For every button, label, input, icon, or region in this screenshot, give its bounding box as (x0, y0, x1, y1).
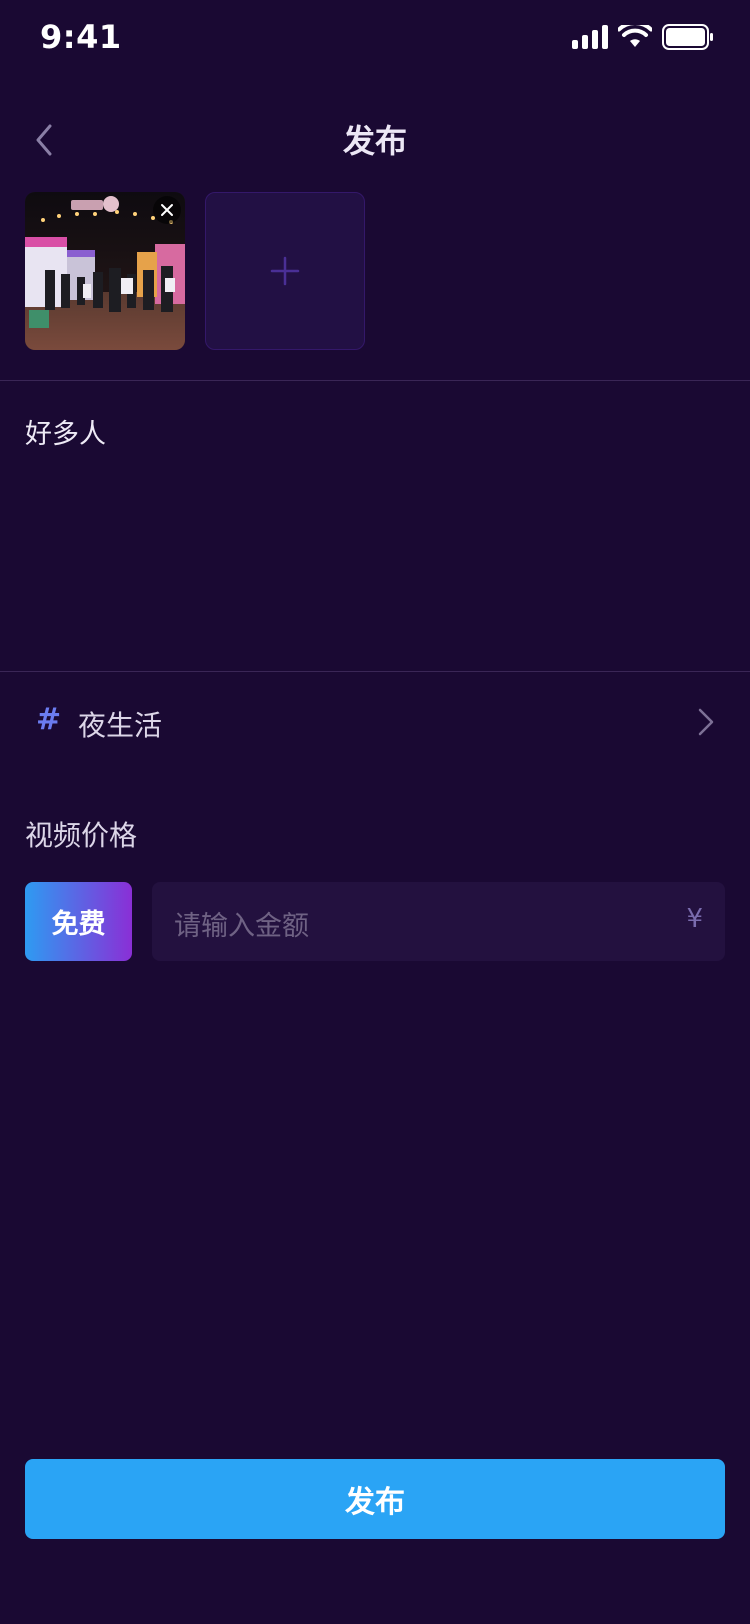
price-section-title: 视频价格 (25, 819, 138, 852)
remove-photo-button[interactable] (153, 196, 181, 224)
topic-label: 夜生活 (78, 709, 163, 742)
status-time: 9:41 (40, 18, 122, 56)
add-media-button[interactable] (205, 192, 365, 350)
media-row (25, 192, 365, 350)
topic-selector[interactable]: # 夜生活 (0, 690, 750, 760)
nav-bar: 发布 (0, 100, 750, 180)
status-bar: 9:41 (0, 0, 750, 88)
divider (0, 380, 750, 381)
battery-icon (662, 24, 713, 50)
hashtag-icon: # (36, 702, 62, 737)
publish-button[interactable]: 发布 (25, 1459, 725, 1539)
photo-thumbnail[interactable] (25, 192, 185, 350)
post-text-area[interactable]: 好多人 (25, 412, 725, 652)
amount-placeholder: 请输入金额 (174, 911, 309, 942)
chevron-right-icon (698, 708, 714, 736)
wifi-icon (618, 25, 652, 47)
currency-symbol: ¥ (686, 904, 703, 934)
status-icons (572, 24, 714, 50)
divider (0, 671, 750, 672)
free-button[interactable]: 免费 (25, 882, 132, 961)
amount-input[interactable]: 请输入金额 ¥ (152, 882, 725, 961)
signal-icon (572, 25, 608, 49)
plus-icon (270, 256, 300, 286)
page-title: 发布 (342, 122, 407, 160)
close-icon (161, 204, 173, 216)
